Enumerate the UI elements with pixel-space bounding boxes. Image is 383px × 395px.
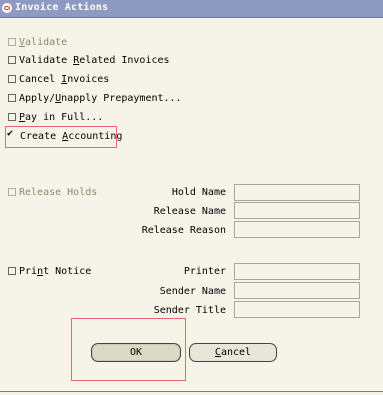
hold-name-label: Hold Name bbox=[171, 187, 226, 198]
checkbox-box[interactable] bbox=[8, 75, 16, 83]
cancel-button-label: Cancel bbox=[214, 347, 252, 358]
bottom-divider bbox=[0, 391, 383, 392]
release-holds-checkbox: Release Holds bbox=[8, 185, 97, 199]
cancel-button[interactable]: Cancel bbox=[189, 343, 277, 362]
cancel-invoices-checkbox[interactable]: Cancel Invoices bbox=[8, 72, 109, 86]
validate-label: Validate bbox=[19, 36, 68, 48]
release-name-field[interactable] bbox=[234, 202, 360, 219]
sender-title-field[interactable] bbox=[234, 301, 360, 318]
oracle-logo-icon bbox=[2, 3, 12, 13]
pay-in-full-checkbox[interactable]: Pay in Full... bbox=[8, 110, 103, 124]
cancel-invoices-label: Cancel Invoices bbox=[19, 73, 110, 85]
release-reason-field[interactable] bbox=[234, 221, 360, 238]
title-bar: Invoice Actions bbox=[0, 0, 383, 18]
validate-related-invoices-checkbox[interactable]: Validate Related Invoices bbox=[8, 53, 170, 67]
release-name-label: Release Name bbox=[153, 206, 226, 217]
print-notice-label: Print Notice bbox=[19, 265, 92, 277]
sender-name-label: Sender Name bbox=[159, 286, 226, 297]
print-notice-checkbox[interactable]: Print Notice bbox=[8, 264, 91, 278]
create-accounting-checkbox[interactable]: ✔ Create Accounting bbox=[7, 128, 123, 143]
sender-title-label: Sender Title bbox=[153, 305, 226, 316]
checkbox-box[interactable] bbox=[8, 113, 16, 121]
checkbox-box bbox=[8, 38, 16, 46]
sender-name-field[interactable] bbox=[234, 282, 360, 299]
checkbox-box bbox=[8, 188, 16, 196]
window-title: Invoice Actions bbox=[15, 2, 109, 13]
validate-related-invoices-label: Validate Related Invoices bbox=[19, 54, 170, 66]
checkbox-box[interactable] bbox=[8, 267, 16, 275]
apply-prepayment-checkbox[interactable]: Apply/Unapply Prepayment... bbox=[8, 91, 182, 105]
create-accounting-label: Create Accounting bbox=[20, 130, 123, 142]
apply-prepayment-label: Apply/Unapply Prepayment... bbox=[19, 92, 182, 104]
checkbox-box[interactable]: ✔ bbox=[7, 128, 17, 140]
release-reason-label: Release Reason bbox=[141, 225, 226, 236]
checkbox-box[interactable] bbox=[8, 94, 16, 102]
hold-name-field[interactable] bbox=[234, 184, 360, 201]
pay-in-full-label: Pay in Full... bbox=[19, 111, 104, 123]
ok-button-label: OK bbox=[129, 347, 143, 358]
checkmark-icon: ✔ bbox=[7, 128, 14, 139]
printer-field[interactable] bbox=[234, 263, 360, 280]
printer-label: Printer bbox=[183, 266, 226, 277]
ok-button[interactable]: OK bbox=[91, 343, 181, 362]
validate-checkbox: Validate bbox=[8, 35, 67, 49]
checkbox-box[interactable] bbox=[8, 56, 16, 64]
release-holds-label: Release Holds bbox=[19, 186, 98, 198]
